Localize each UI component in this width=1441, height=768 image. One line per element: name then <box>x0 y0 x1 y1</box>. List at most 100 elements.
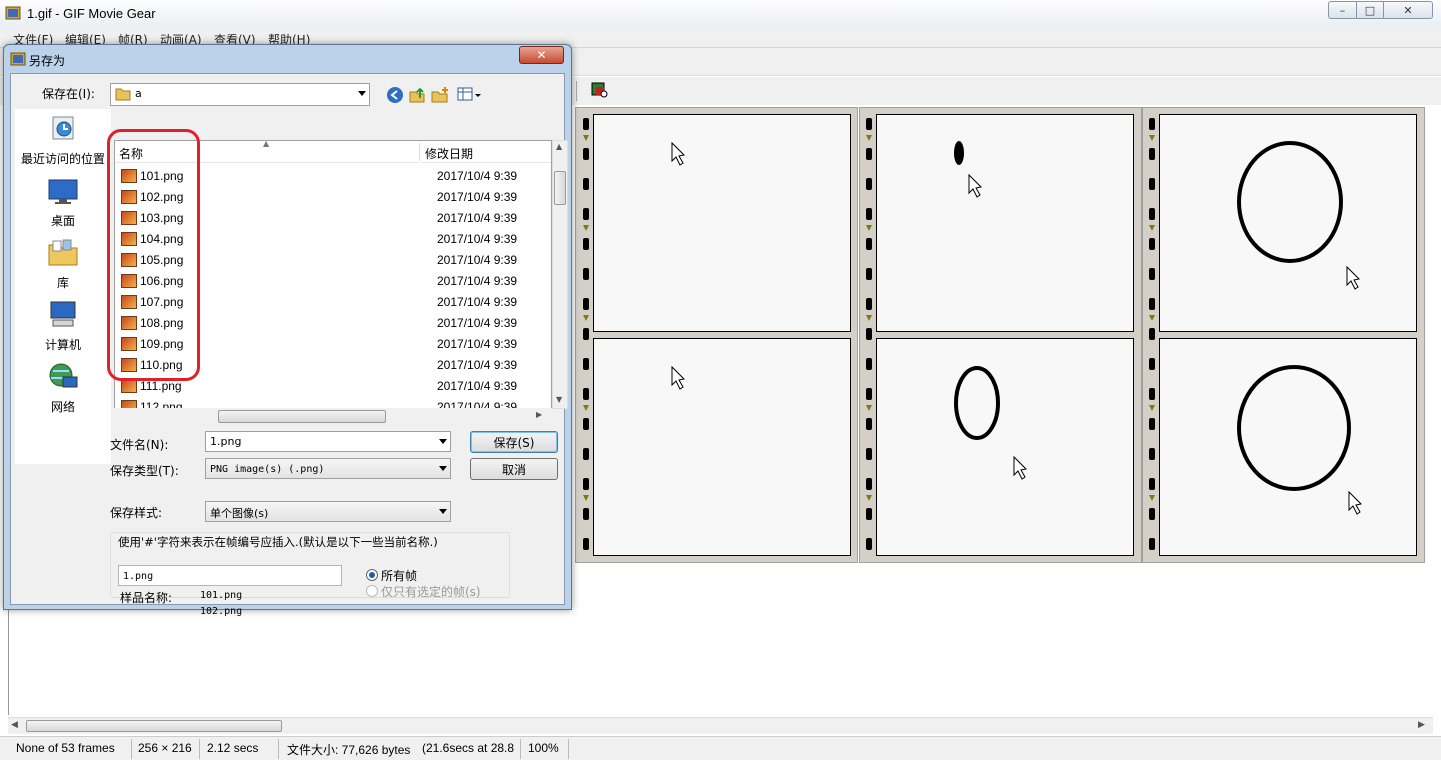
filetype-dropdown[interactable]: PNG image(s) (.png) <box>205 458 451 479</box>
place-label: 网络 <box>50 400 75 414</box>
save-style-label: 保存样式: <box>110 506 163 520</box>
scroll-thumb[interactable] <box>554 171 566 205</box>
filename-value: 1.png <box>210 435 242 448</box>
view-menu-icon[interactable] <box>457 86 483 104</box>
filename-input[interactable]: 1.png <box>205 431 451 452</box>
save-in-label: 保存在(I): <box>42 87 95 101</box>
ellipse-drawing <box>954 366 1028 480</box>
save-in-value: a <box>135 87 142 100</box>
place-label: 最近访问的位置 <box>20 152 105 166</box>
scroll-up-icon[interactable]: ▲ <box>556 142 562 151</box>
place-network[interactable]: 网络 <box>15 361 111 415</box>
toolbar-separator <box>576 81 577 101</box>
cursor-icon <box>671 141 686 166</box>
save-button[interactable]: 保存(S) <box>470 431 558 453</box>
file-date: 2017/10/4 9:39 <box>437 357 518 372</box>
radio-selected-frames[interactable] <box>366 585 378 597</box>
radio-selected-frames-label: 仅只有选定的帧(s) <box>381 585 481 599</box>
ellipse-drawing <box>954 141 983 198</box>
save-as-dialog: 另存为 ✕ 保存在(I): a 最近访问的位置 桌面 库 计算机 网络 名称 ▲… <box>3 44 572 617</box>
status-separator <box>568 739 569 759</box>
close-button[interactable]: ✕ <box>1383 1 1433 19</box>
file-list-horizontal-scrollbar[interactable]: ▶ <box>114 408 552 425</box>
file-list-vertical-scrollbar[interactable]: ▲ ▼ <box>552 140 568 409</box>
pattern-input[interactable]: 1.png <box>118 565 342 586</box>
cancel-button-label: 取消 <box>501 462 526 477</box>
app-icon <box>5 6 21 20</box>
frame-thumbnail[interactable] <box>593 338 851 556</box>
pattern-value: 1.png <box>123 571 154 582</box>
places-bar: 最近访问的位置 桌面 库 计算机 网络 <box>15 109 111 464</box>
status-separator <box>278 739 279 759</box>
desktop-icon <box>48 179 78 204</box>
filetype-value: PNG image(s) (.png) <box>210 464 325 475</box>
scroll-right-icon[interactable]: ▶ <box>536 410 542 419</box>
status-time: (21.6secs at 28.8 <box>422 741 515 755</box>
film-sprockets <box>864 113 874 558</box>
chevron-down-icon <box>439 466 447 471</box>
recent-places-icon <box>52 116 74 140</box>
save-style-dropdown[interactable]: 单个图像(s) <box>205 501 451 522</box>
status-frames: None of 53 frames <box>16 741 115 755</box>
highlight-annotation <box>107 129 200 381</box>
place-libraries[interactable]: 库 <box>15 237 111 291</box>
column-header-date[interactable]: 修改日期 <box>421 141 551 163</box>
place-label: 库 <box>56 276 69 290</box>
back-icon[interactable] <box>386 86 404 104</box>
title-bar: 1.gif - GIF Movie Gear – □ ✕ <box>0 0 1441 28</box>
frame-thumbnail[interactable] <box>593 114 851 332</box>
place-desktop[interactable]: 桌面 <box>15 175 111 229</box>
save-in-dropdown[interactable]: a <box>110 83 370 106</box>
filetype-label: 保存类型(T): <box>110 464 179 478</box>
dialog-close-button[interactable]: ✕ <box>519 46 564 64</box>
place-label: 桌面 <box>50 214 75 228</box>
frame-color-icon[interactable] <box>590 81 608 99</box>
maximize-button[interactable]: □ <box>1356 1 1384 19</box>
file-date: 2017/10/4 9:39 <box>437 168 518 183</box>
scroll-right-icon[interactable]: ▶ <box>1418 720 1425 730</box>
up-folder-icon[interactable] <box>408 86 426 104</box>
file-date: 2017/10/4 9:39 <box>437 315 518 330</box>
scroll-left-icon[interactable]: ◀ <box>11 720 18 730</box>
place-recent[interactable]: 最近访问的位置 <box>15 113 111 167</box>
minimize-icon: – <box>1339 3 1346 17</box>
window-title: 1.gif - GIF Movie Gear <box>27 6 156 21</box>
place-computer[interactable]: 计算机 <box>15 299 111 353</box>
network-icon <box>49 363 78 388</box>
frame-thumbnail[interactable] <box>1159 114 1417 332</box>
computer-icon <box>50 301 76 327</box>
close-icon: ✕ <box>536 48 547 62</box>
frame-thumbnail[interactable] <box>876 114 1134 332</box>
close-icon: ✕ <box>1403 3 1413 17</box>
status-separator <box>520 739 521 759</box>
horizontal-scrollbar[interactable]: ◀ ▶ <box>8 717 1433 734</box>
scroll-down-icon[interactable]: ▼ <box>556 395 562 404</box>
place-label: 计算机 <box>44 338 81 352</box>
radio-all-frames[interactable] <box>366 569 378 581</box>
status-filesize: 文件大小: 77,626 bytes <box>287 743 411 757</box>
ellipse-drawing <box>1237 365 1363 515</box>
chevron-down-icon <box>439 509 447 514</box>
film-sprockets <box>1147 113 1157 558</box>
film-sprockets <box>581 113 591 558</box>
status-zoom: 100% <box>528 741 559 755</box>
chevron-down-icon <box>439 439 447 444</box>
naming-hint: 使用'#'字符来表示在帧编号应插入.(默认是以下一些当前名称.) <box>118 535 438 549</box>
ellipse-drawing <box>1237 141 1361 290</box>
minimize-button[interactable]: – <box>1328 1 1357 19</box>
cancel-button[interactable]: 取消 <box>470 458 558 480</box>
file-date: 2017/10/4 9:39 <box>437 252 518 267</box>
column-divider[interactable] <box>419 143 420 161</box>
filename-label: 文件名(N): <box>110 438 169 452</box>
scroll-thumb[interactable] <box>218 410 386 423</box>
new-folder-icon[interactable] <box>431 86 449 104</box>
frame-thumbnail[interactable] <box>876 338 1134 556</box>
save-button-label: 保存(S) <box>493 435 535 450</box>
sample-name: 101.png <box>200 590 243 601</box>
file-date: 2017/10/4 9:39 <box>437 294 518 309</box>
libraries-icon <box>48 239 78 266</box>
dialog-app-icon <box>10 52 26 66</box>
status-bar: None of 53 frames 256 × 216 2.12 secs 文件… <box>0 736 1441 760</box>
frame-thumbnail[interactable] <box>1159 338 1417 556</box>
scroll-thumb[interactable] <box>26 720 282 732</box>
